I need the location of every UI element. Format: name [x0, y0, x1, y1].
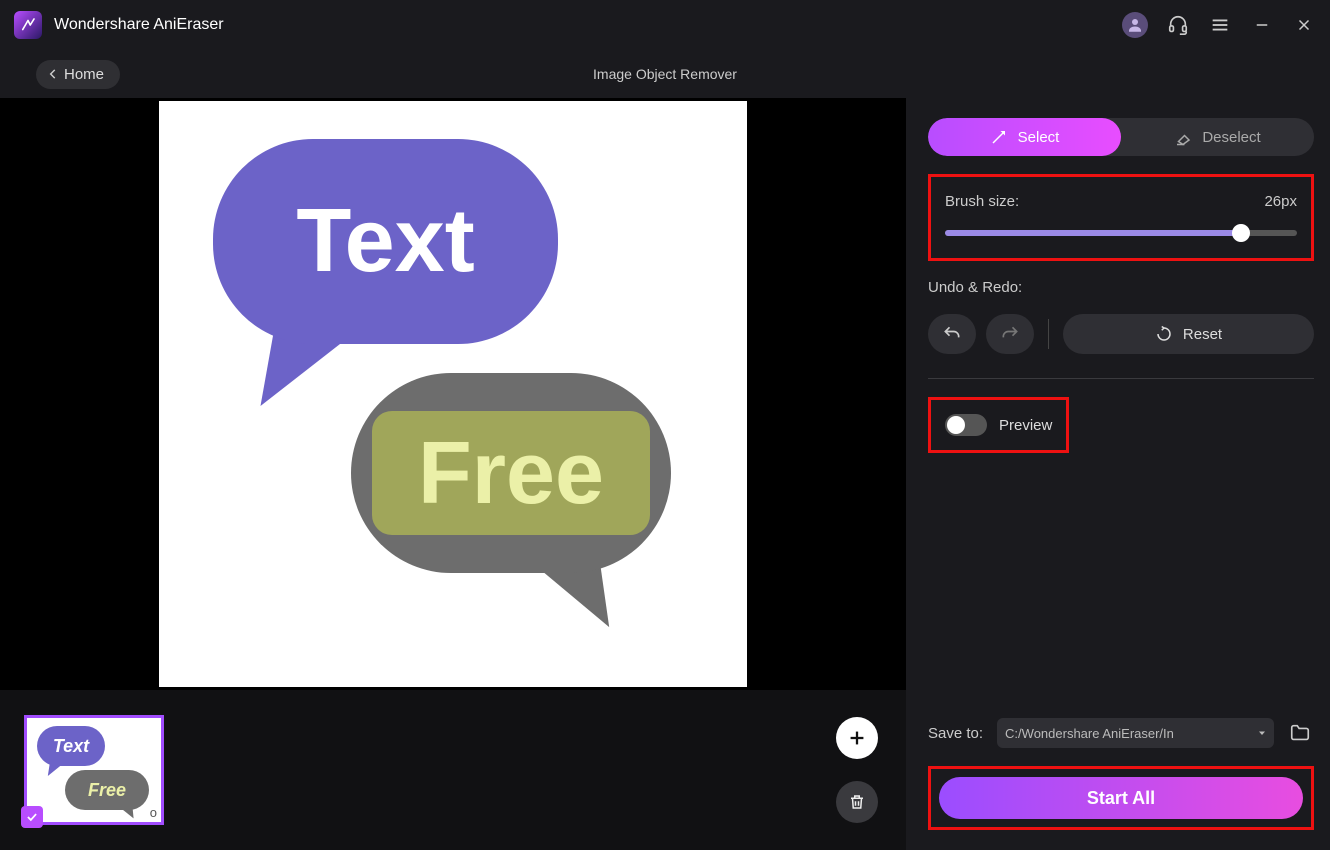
thumb-filename-tail: o	[150, 805, 157, 820]
slider-thumb[interactable]	[1232, 224, 1250, 242]
bottom-right-panel: Save to: C:/Wondershare AniEraser/In Sta…	[906, 690, 1330, 850]
thumb-bubble-2: Free	[65, 770, 149, 810]
brush-size-slider[interactable]	[945, 230, 1297, 236]
add-image-button[interactable]	[836, 717, 878, 759]
preview-toggle[interactable]	[945, 414, 987, 436]
save-to-label: Save to:	[928, 725, 983, 742]
right-panel: Select Deselect Brush size: 26px Undo & …	[906, 98, 1330, 690]
app-title: Wondershare AniEraser	[54, 16, 224, 34]
start-all-highlight: Start All	[928, 766, 1314, 830]
bubble-text-1: Text	[296, 190, 474, 293]
thumb-bubble-1: Text	[37, 726, 105, 766]
close-icon[interactable]	[1292, 13, 1316, 37]
preview-label: Preview	[999, 417, 1052, 434]
minimize-icon[interactable]	[1250, 13, 1274, 37]
image-thumbnail[interactable]: Text Free o	[24, 715, 164, 825]
chevron-down-icon	[1256, 727, 1268, 739]
canvas-area[interactable]: Text Free	[0, 98, 906, 690]
home-label: Home	[64, 66, 104, 83]
brush-size-label: Brush size:	[945, 193, 1019, 210]
preview-highlight: Preview	[928, 397, 1069, 453]
undo-button[interactable]	[928, 314, 976, 354]
select-label: Select	[1018, 129, 1060, 146]
browse-folder-button[interactable]	[1288, 722, 1314, 744]
app-logo	[14, 11, 42, 39]
checkmark-badge	[21, 806, 43, 828]
redo-button[interactable]	[986, 314, 1034, 354]
user-avatar[interactable]	[1122, 12, 1148, 38]
bubble-text-2: Free	[418, 422, 604, 524]
save-path-text: C:/Wondershare AniEraser/In	[1005, 726, 1174, 741]
page-title: Image Object Remover	[593, 66, 737, 82]
thumbnail-strip: Text Free o	[0, 690, 906, 850]
save-path-dropdown[interactable]: C:/Wondershare AniEraser/In	[997, 718, 1274, 748]
start-all-label: Start All	[1087, 788, 1155, 809]
undo-redo-label: Undo & Redo:	[928, 279, 1314, 296]
deselect-tab[interactable]: Deselect	[1121, 118, 1314, 156]
nav-bar: Home Image Object Remover	[0, 50, 1330, 98]
canvas-image: Text Free	[159, 101, 747, 687]
mode-segmented: Select Deselect	[928, 118, 1314, 156]
brush-size-value: 26px	[1264, 193, 1297, 210]
start-all-button[interactable]: Start All	[939, 777, 1303, 819]
select-tab[interactable]: Select	[928, 118, 1121, 156]
reset-label: Reset	[1183, 326, 1222, 343]
title-bar: Wondershare AniEraser	[0, 0, 1330, 50]
headset-icon[interactable]	[1166, 13, 1190, 37]
deselect-label: Deselect	[1202, 129, 1260, 146]
brush-size-highlight: Brush size: 26px	[928, 174, 1314, 261]
reset-button[interactable]: Reset	[1063, 314, 1314, 354]
menu-icon[interactable]	[1208, 13, 1232, 37]
delete-image-button[interactable]	[836, 781, 878, 823]
home-button[interactable]: Home	[36, 60, 120, 89]
